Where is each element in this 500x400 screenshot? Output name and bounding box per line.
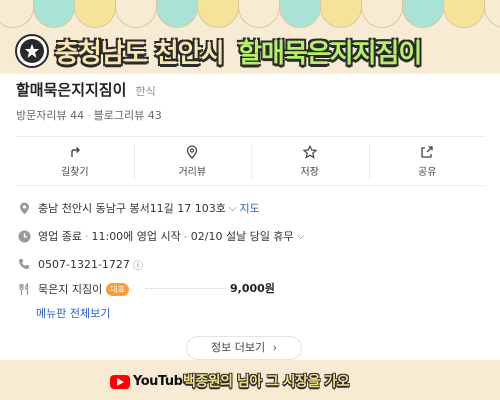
- title-banner: 충청남도 천안시 할매묵은지지짐이: [0, 30, 500, 74]
- place-name[interactable]: 할매묵은지지짐이: [16, 81, 126, 99]
- footer-caption: YouTube 백종원의 님아 그 시장을 가오: [0, 360, 500, 400]
- holiday-notice: 02/10 설날 당일 휴무: [190, 230, 294, 243]
- awning-scallop: [238, 0, 280, 28]
- map-link[interactable]: 지도: [240, 200, 260, 216]
- awning-scallop: [320, 0, 362, 28]
- phone-row: 0507-1321-1727 ⓘ: [16, 256, 143, 272]
- more-info-label: 정보 더보기: [210, 341, 266, 354]
- location-pin-icon: [16, 200, 32, 216]
- chevron-down-icon[interactable]: ⌵: [229, 203, 237, 214]
- chevron-right-icon: ›: [272, 341, 277, 354]
- review-counts: 방문자리뷰 44 · 블로그리뷰 43: [16, 109, 162, 122]
- visitor-reviews-link[interactable]: 방문자리뷰 44: [16, 109, 84, 122]
- menu-row: 묵은지 지짐이 대표 9,000원: [16, 280, 316, 298]
- youtube-logo: YouTube: [110, 374, 191, 389]
- directions-label: 길찾기: [60, 167, 89, 178]
- location-star-icon: [17, 36, 47, 66]
- share-button[interactable]: 공유: [368, 137, 487, 185]
- menu-item-price: 9,000원: [230, 282, 275, 295]
- directions-button[interactable]: 길찾기: [16, 137, 134, 185]
- phone-number[interactable]: 0507-1321-1727: [38, 258, 130, 271]
- directions-icon: [71, 147, 80, 157]
- chevron-down-icon[interactable]: ⌵: [297, 231, 305, 242]
- awning-scallop: [402, 0, 444, 28]
- streetview-button[interactable]: 거리뷰: [133, 137, 252, 185]
- save-button[interactable]: 저장: [251, 137, 369, 185]
- save-label: 저장: [300, 167, 319, 178]
- action-bar: 길찾기 거리뷰 저장 공유: [16, 136, 486, 186]
- full-menu-link[interactable]: 메뉴판 전체보기: [36, 305, 110, 321]
- banner-region-title: 충청남도 천안시: [55, 39, 224, 69]
- blog-reviews-link[interactable]: 블로그리뷰 43: [94, 109, 162, 122]
- share-label: 공유: [418, 167, 437, 178]
- dotted-leader: [146, 288, 226, 289]
- business-status: 영업 종료: [38, 230, 82, 243]
- map-pin-icon: [187, 145, 198, 159]
- place-category: 한식: [135, 85, 156, 98]
- clock-icon: [16, 228, 32, 244]
- opening-time: 11:00에 영업 시작: [91, 230, 181, 243]
- awning-scallop: [484, 0, 500, 28]
- info-circle-icon[interactable]: ⓘ: [133, 257, 143, 272]
- youtube-play-icon: [110, 374, 130, 389]
- utensils-icon: [16, 281, 32, 297]
- channel-caption: 백종원의 님아 그 시장을 가오: [183, 374, 350, 390]
- awning-scallop: [33, 0, 75, 28]
- awning-scallop: [115, 0, 157, 28]
- awning-scallop: [443, 0, 485, 28]
- streetview-label: 거리뷰: [178, 167, 207, 178]
- hours-row[interactable]: 영업 종료 · 11:00에 영업 시작 - 02/10 설날 당일 휴무 ⌵: [16, 228, 304, 244]
- address-row: 충남 천안시 동남구 봉서11길 17 103호 ⌵ 지도: [16, 200, 260, 216]
- awning-scallop: [361, 0, 403, 28]
- signature-badge: 대표: [106, 282, 129, 296]
- awning-scallop: [74, 0, 116, 28]
- awning-scallop: [197, 0, 239, 28]
- place-info-card: 할매묵은지지짐이 한식 방문자리뷰 44 · 블로그리뷰 43 길찾기 거리뷰 저장…: [0, 74, 500, 360]
- address-text: 충남 천안시 동남구 봉서11길 17 103호: [38, 202, 226, 215]
- place-header: 할매묵은지지짐이 한식: [16, 79, 156, 100]
- star-icon: [302, 145, 317, 159]
- banner-restaurant-title: 할매묵은지지짐이: [238, 39, 422, 69]
- awning-scallop: [0, 0, 34, 28]
- share-icon: [421, 146, 433, 158]
- menu-item-name: 묵은지 지짐이: [38, 283, 103, 296]
- phone-icon: [16, 256, 32, 272]
- more-info-button[interactable]: 정보 더보기 ›: [186, 336, 302, 360]
- awning-scallop: [156, 0, 198, 28]
- awning-scallop: [279, 0, 321, 28]
